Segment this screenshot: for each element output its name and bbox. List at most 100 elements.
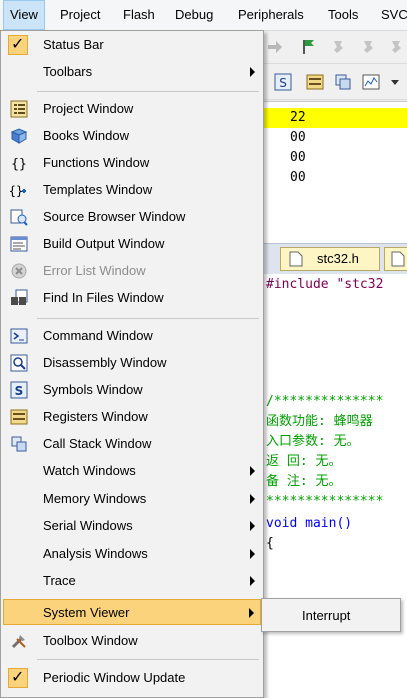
memory-line: 00 bbox=[290, 150, 306, 165]
menu-item-label: Books Window bbox=[43, 128, 129, 143]
menu-view[interactable]: View bbox=[3, 0, 45, 30]
menu-flash[interactable]: Flash bbox=[123, 0, 155, 30]
toolbar-row-2: S bbox=[262, 65, 407, 100]
submenu-item-label: Interrupt bbox=[302, 608, 351, 623]
menu-item-label: Templates Window bbox=[43, 182, 153, 197]
editor-tabbar: stc32.h bbox=[262, 243, 407, 275]
breakpoint-icon-2[interactable] bbox=[360, 38, 378, 56]
menu-item-symbols-window[interactable]: S Symbols Window bbox=[3, 377, 261, 403]
menu-item-call-stack-window[interactable]: Call Stack Window bbox=[3, 431, 261, 457]
submenu-arrow-icon bbox=[249, 608, 254, 618]
menu-item-label: Trace bbox=[43, 573, 76, 588]
tab-label: stc32.h bbox=[317, 251, 359, 266]
menu-item-source-browser-window[interactable]: Source Browser Window bbox=[3, 204, 261, 230]
menu-item-error-list-window: Error List Window bbox=[3, 258, 261, 284]
symbols-toolbar-icon[interactable]: S bbox=[274, 73, 292, 91]
flag-icon[interactable] bbox=[300, 38, 318, 56]
command-window-icon bbox=[10, 328, 28, 344]
code-line: *************** bbox=[266, 494, 384, 509]
menu-item-label: Analysis Windows bbox=[43, 546, 148, 561]
source-browser-icon bbox=[10, 209, 28, 226]
menu-project[interactable]: Project bbox=[60, 0, 100, 30]
menu-item-label: Source Browser Window bbox=[43, 209, 186, 224]
symbols-window-icon: S bbox=[10, 381, 28, 399]
menu-item-label: Disassembly Window bbox=[43, 355, 167, 370]
menu-item-project-window[interactable]: Project Window bbox=[3, 96, 261, 122]
callstack-toolbar-icon[interactable] bbox=[334, 73, 352, 91]
menu-item-analysis-windows[interactable]: Analysis Windows bbox=[3, 541, 261, 567]
menu-item-serial-windows[interactable]: Serial Windows bbox=[3, 513, 261, 539]
menu-item-label: Watch Windows bbox=[43, 463, 136, 478]
toolbar-row-1 bbox=[262, 31, 407, 64]
submenu-item-interrupt[interactable]: Interrupt bbox=[264, 600, 398, 630]
menu-item-command-window[interactable]: Command Window bbox=[3, 323, 261, 349]
menu-item-label: Registers Window bbox=[43, 409, 148, 424]
code-editor[interactable]: #include "stc32 /************** 函数功能: 蜂鸣… bbox=[262, 274, 407, 698]
breakpoint-icon-1[interactable] bbox=[330, 38, 348, 56]
menu-item-status-bar[interactable]: ✓ Status Bar bbox=[3, 32, 261, 58]
disassembly-window-icon bbox=[10, 354, 28, 372]
menu-item-label: Project Window bbox=[43, 101, 134, 116]
analysis-toolbar-icon[interactable] bbox=[362, 73, 380, 91]
view-menu: ✓ Status Bar Toolbars Project Window Boo… bbox=[0, 30, 264, 698]
menu-tools[interactable]: Tools bbox=[328, 0, 358, 30]
functions-window-icon: {} bbox=[11, 157, 27, 172]
menu-item-templates-window[interactable]: {} Templates Window bbox=[3, 177, 261, 203]
menu-item-label: Periodic Window Update bbox=[43, 670, 186, 685]
menu-item-build-output-window[interactable]: Build Output Window bbox=[3, 231, 261, 257]
menu-item-books-window[interactable]: Books Window bbox=[3, 123, 261, 149]
arrow-right-icon[interactable] bbox=[266, 38, 284, 56]
menu-item-toolbars[interactable]: Toolbars bbox=[3, 59, 261, 85]
tab-stc32h[interactable]: stc32.h bbox=[280, 247, 380, 271]
registers-window-icon bbox=[10, 409, 28, 425]
menu-svcs[interactable]: SVC bbox=[381, 0, 407, 30]
file-icon bbox=[391, 251, 405, 267]
menu-item-label: System Viewer bbox=[43, 605, 130, 620]
menu-item-label: Serial Windows bbox=[43, 518, 133, 533]
error-list-icon bbox=[11, 263, 27, 279]
svg-text:{}: {} bbox=[10, 184, 23, 198]
memory-line: 00 bbox=[290, 170, 306, 185]
menu-item-label: Toolbars bbox=[43, 64, 93, 79]
code-line: 返 回: 无。 bbox=[266, 454, 342, 469]
menu-separator bbox=[37, 91, 259, 92]
code-line: 函数功能: 蜂鸣器 bbox=[266, 414, 373, 429]
breakpoint-icon-3[interactable] bbox=[388, 38, 406, 56]
menu-item-registers-window[interactable]: Registers Window bbox=[3, 404, 261, 430]
code-line: 入口参数: 无。 bbox=[266, 434, 360, 449]
menu-item-find-in-files-window[interactable]: Find In Files Window bbox=[3, 285, 261, 311]
menu-item-periodic-window-update[interactable]: ✓ Periodic Window Update bbox=[3, 665, 261, 691]
menu-item-toolbox-window[interactable]: Toolbox Window bbox=[3, 628, 261, 654]
code-line: /************** bbox=[266, 394, 384, 409]
registers-toolbar-icon[interactable] bbox=[306, 73, 324, 91]
menu-item-label: Call Stack Window bbox=[43, 436, 152, 451]
call-stack-icon bbox=[11, 436, 27, 452]
menu-item-watch-windows[interactable]: Watch Windows bbox=[3, 458, 261, 484]
menu-item-label: Memory Windows bbox=[43, 491, 147, 506]
menu-item-label: Toolbox Window bbox=[43, 633, 138, 648]
build-output-icon bbox=[10, 236, 28, 252]
submenu-arrow-icon bbox=[250, 576, 255, 586]
checkmark-icon: ✓ bbox=[8, 668, 28, 688]
books-window-icon bbox=[10, 128, 28, 144]
find-in-files-icon bbox=[11, 289, 28, 305]
checkmark-icon: ✓ bbox=[8, 35, 28, 55]
submenu-arrow-icon bbox=[250, 466, 255, 476]
submenu-arrow-icon bbox=[250, 549, 255, 559]
svg-text:S: S bbox=[279, 76, 287, 90]
menu-item-trace[interactable]: Trace bbox=[3, 568, 261, 594]
menu-item-label: Status Bar bbox=[43, 37, 104, 52]
menu-item-system-viewer[interactable]: System Viewer bbox=[3, 599, 261, 625]
svg-text:S: S bbox=[15, 384, 24, 398]
menu-item-label: Functions Window bbox=[43, 155, 150, 170]
menu-item-memory-windows[interactable]: Memory Windows bbox=[3, 486, 261, 512]
menu-peripherals[interactable]: Peripherals bbox=[238, 0, 304, 30]
dropdown-arrow-icon[interactable] bbox=[386, 73, 404, 91]
templates-window-icon: {} bbox=[10, 184, 26, 198]
tab-next[interactable] bbox=[384, 247, 407, 271]
menu-item-disassembly-window[interactable]: Disassembly Window bbox=[3, 350, 261, 376]
memory-view: 22 00 00 00 bbox=[262, 101, 407, 254]
menu-debug[interactable]: Debug bbox=[175, 0, 213, 30]
system-viewer-submenu: Interrupt bbox=[261, 598, 401, 632]
menu-item-functions-window[interactable]: {} Functions Window bbox=[3, 150, 261, 176]
